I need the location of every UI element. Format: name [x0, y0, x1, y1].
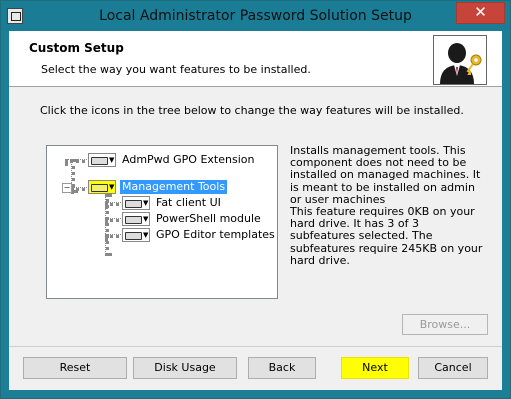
close-button[interactable]: ✕ — [456, 2, 505, 24]
feature-state-dropdown[interactable]: ▼ — [122, 212, 150, 226]
disk-usage-button[interactable]: Disk Usage — [133, 357, 237, 379]
dropdown-arrow-icon: ▼ — [109, 183, 115, 191]
dropdown-arrow-icon: ▼ — [143, 231, 149, 239]
feature-state-dropdown[interactable]: ▼ — [88, 180, 116, 194]
back-button[interactable]: Back — [248, 357, 316, 379]
page-subtitle: Select the way you want features to be i… — [41, 63, 311, 76]
dropdown-arrow-icon: ▼ — [143, 215, 149, 223]
cancel-button[interactable]: Cancel — [418, 357, 488, 379]
feature-state-dropdown[interactable]: ▼ — [122, 228, 150, 242]
next-button[interactable]: Next — [341, 357, 409, 379]
hard-drive-icon — [125, 200, 142, 208]
hard-drive-icon — [125, 232, 142, 240]
tree-item-fat-client-ui[interactable]: Fat client UI — [154, 196, 223, 210]
header-banner: Custom Setup Select the way you want fea… — [9, 31, 502, 87]
dropdown-arrow-icon: ▼ — [143, 199, 149, 207]
tree-item-powershell-module[interactable]: PowerShell module — [154, 212, 263, 226]
setup-window: Local Administrator Password Solution Se… — [0, 0, 511, 399]
hard-drive-icon — [91, 184, 108, 192]
footer-divider — [9, 346, 502, 347]
tree-item-gpo-editor-templates[interactable]: GPO Editor templates — [154, 228, 277, 242]
feature-tree[interactable]: − ▼ AdmPwd GPO Extension ▼ Management To… — [46, 145, 278, 299]
admin-key-icon — [433, 35, 487, 85]
reset-button[interactable]: Reset — [23, 357, 127, 379]
browse-button[interactable]: Browse... — [402, 314, 488, 335]
window-title: Local Administrator Password Solution Se… — [99, 8, 412, 24]
instruction-text: Click the icons in the tree below to cha… — [40, 104, 464, 117]
feature-state-dropdown[interactable]: ▼ — [122, 196, 150, 210]
dialog-body: Custom Setup Select the way you want fea… — [9, 31, 502, 390]
feature-state-dropdown[interactable]: ▼ — [88, 153, 116, 167]
collapse-toggle[interactable]: − — [62, 183, 72, 193]
feature-description: Installs management tools. This componen… — [290, 144, 483, 267]
hard-drive-icon — [91, 157, 108, 165]
tree-item-management-tools[interactable]: Management Tools — [120, 180, 228, 194]
page-title: Custom Setup — [29, 41, 124, 55]
dropdown-arrow-icon: ▼ — [109, 156, 115, 164]
title-bar[interactable]: Local Administrator Password Solution Se… — [1, 1, 510, 31]
hard-drive-icon — [125, 216, 142, 224]
tree-item-admpwd-gpo-extension[interactable]: AdmPwd GPO Extension — [120, 153, 256, 167]
